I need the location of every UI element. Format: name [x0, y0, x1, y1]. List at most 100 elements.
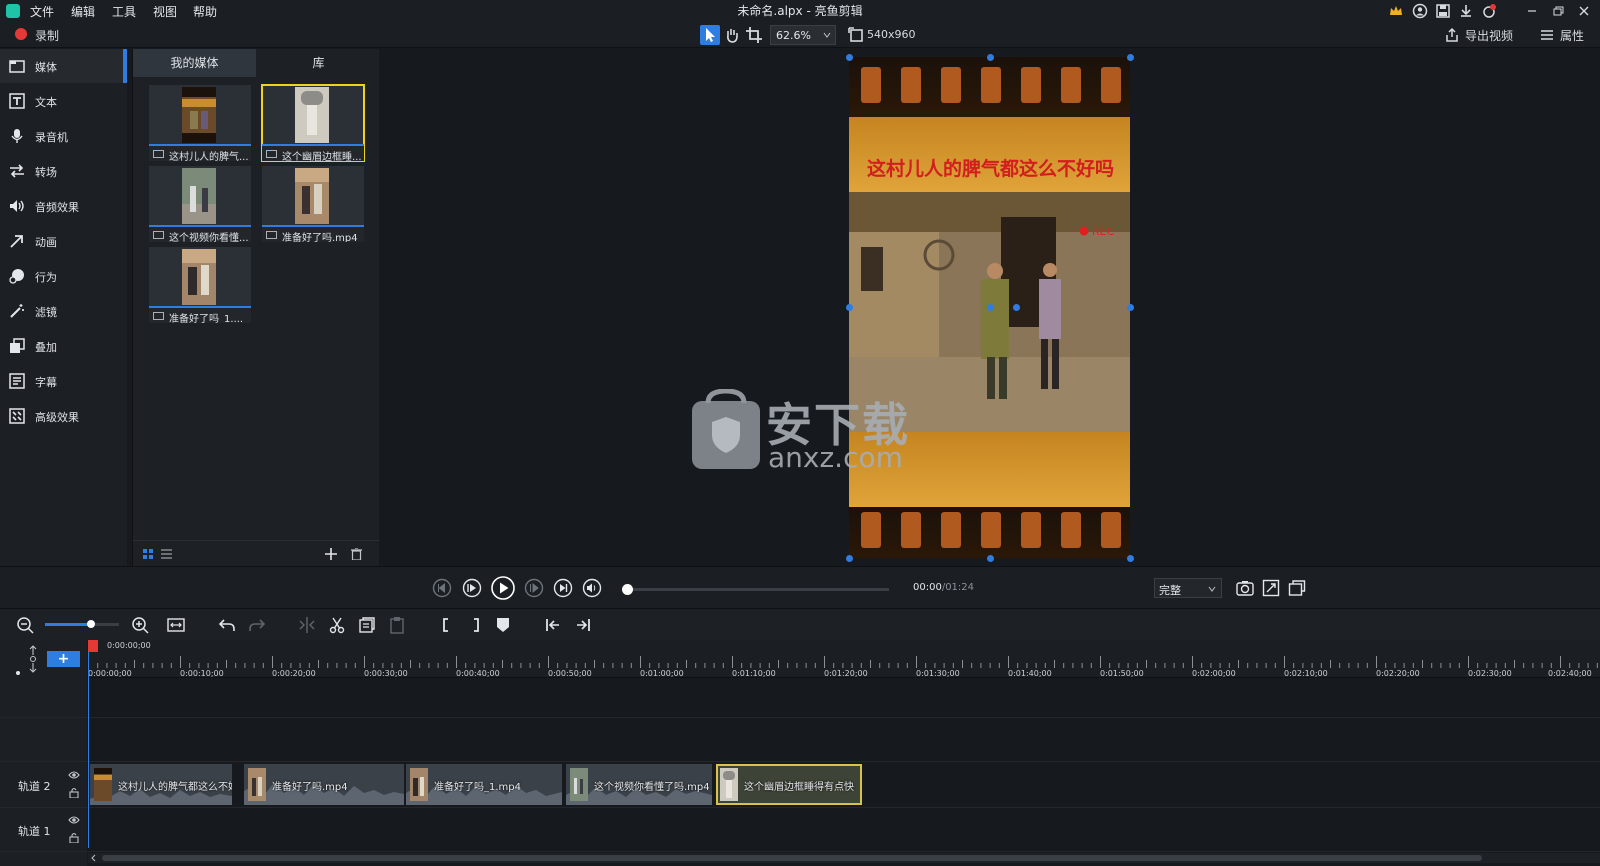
- resize-handle[interactable]: [1127, 54, 1134, 61]
- menu-view[interactable]: 视图: [153, 3, 177, 20]
- sidebar-item-recorder[interactable]: 录音机: [0, 119, 127, 153]
- restore-icon[interactable]: [1550, 3, 1566, 19]
- paste-icon[interactable]: [388, 616, 406, 634]
- stop-icon[interactable]: [524, 578, 544, 598]
- chevron-left-icon[interactable]: [90, 854, 98, 862]
- timeline-clip-selected[interactable]: 这个幽眉边框睡得有点快: [716, 764, 862, 805]
- preview-quality-select[interactable]: 完整: [1154, 578, 1222, 598]
- export-video-button[interactable]: 导出视频: [1465, 27, 1513, 44]
- split-icon[interactable]: [298, 616, 316, 634]
- canvas-size-icon[interactable]: [846, 25, 866, 45]
- fit-timeline-icon[interactable]: [167, 616, 185, 634]
- add-media-icon[interactable]: [325, 548, 337, 560]
- rotation-center-handle[interactable]: [987, 304, 994, 311]
- zoom-out-icon[interactable]: [16, 616, 34, 634]
- timeline-horizontal-scrollbar[interactable]: [88, 853, 1600, 863]
- select-tool-icon[interactable]: [700, 25, 720, 45]
- record-label[interactable]: 录制: [35, 27, 59, 44]
- lock-icon[interactable]: [69, 832, 79, 843]
- timeline-zoom-knob[interactable]: [87, 620, 95, 628]
- resize-handle[interactable]: [987, 54, 994, 61]
- track-height-icon[interactable]: [27, 645, 39, 673]
- media-item[interactable]: 这村儿人的脾气...: [149, 85, 251, 161]
- go-to-start-icon[interactable]: [544, 616, 562, 634]
- mark-out-icon[interactable]: [466, 616, 484, 634]
- timeline-clip[interactable]: 这村儿人的脾气都这么不好: [90, 764, 232, 805]
- media-item[interactable]: 准备好了吗.mp4: [262, 166, 364, 242]
- sidebar-item-overlay[interactable]: 叠加: [0, 329, 127, 363]
- grid-view-icon[interactable]: [143, 549, 153, 559]
- sidebar-item-behavior[interactable]: 行为: [0, 259, 127, 293]
- fullscreen-icon[interactable]: [1262, 579, 1280, 597]
- zoom-select[interactable]: 62.6%: [770, 25, 836, 45]
- timeline-zoom-slider[interactable]: [45, 620, 119, 628]
- playback-progress-knob[interactable]: [622, 584, 633, 595]
- user-icon[interactable]: [1412, 3, 1428, 19]
- sidebar-item-transition[interactable]: 转场: [0, 154, 127, 188]
- add-track-button[interactable]: +: [47, 651, 80, 667]
- hand-tool-icon[interactable]: [722, 25, 742, 45]
- timeline-clip[interactable]: 准备好了吗_1.mp4: [406, 764, 562, 805]
- timeline-ruler[interactable]: 0:00:00;00 0:00:10;00 0:00:20;00 0:00:30;00…: [88, 640, 1600, 678]
- play-from-start-icon[interactable]: [462, 578, 482, 598]
- media-item[interactable]: 这个视频你看懂...: [149, 166, 251, 242]
- canvas-resolution[interactable]: 540x960: [867, 28, 916, 41]
- properties-button[interactable]: 属性: [1560, 27, 1584, 44]
- previous-frame-icon[interactable]: [432, 578, 452, 598]
- marker-icon[interactable]: [494, 616, 512, 634]
- rotation-handle[interactable]: [1013, 304, 1020, 311]
- export-icon[interactable]: [1444, 27, 1460, 43]
- preview-canvas[interactable]: 这村儿人的脾气都这么不好吗 REC: [846, 54, 1134, 562]
- sidebar-item-audio-effects[interactable]: 音频效果: [0, 189, 127, 223]
- minimize-icon[interactable]: [1524, 3, 1540, 19]
- sidebar-item-advanced-effects[interactable]: 高级效果: [0, 399, 127, 433]
- close-icon[interactable]: [1576, 3, 1592, 19]
- redo-icon[interactable]: [248, 616, 266, 634]
- lock-icon[interactable]: [69, 787, 79, 798]
- playback-progress-bar[interactable]: [622, 584, 889, 595]
- list-view-icon[interactable]: [161, 549, 172, 559]
- snapshot-camera-icon[interactable]: [1236, 579, 1254, 597]
- sidebar-item-animation[interactable]: 动画: [0, 224, 127, 258]
- menu-edit[interactable]: 编辑: [71, 3, 95, 20]
- crop-tool-icon[interactable]: [744, 25, 764, 45]
- eye-icon[interactable]: [68, 770, 80, 780]
- sidebar-item-text[interactable]: 文本: [0, 84, 127, 118]
- media-item[interactable]: 准备好了吗_1....: [149, 247, 251, 323]
- play-icon[interactable]: [491, 576, 515, 600]
- playhead-handle[interactable]: [88, 640, 98, 652]
- resize-handle[interactable]: [1127, 555, 1134, 562]
- notification-icon[interactable]: [1481, 3, 1497, 19]
- mark-in-icon[interactable]: [438, 616, 456, 634]
- resize-handle[interactable]: [846, 555, 853, 562]
- go-to-end-icon[interactable]: [574, 616, 592, 634]
- menu-tools[interactable]: 工具: [112, 3, 136, 20]
- resize-handle[interactable]: [846, 304, 853, 311]
- undo-icon[interactable]: [218, 616, 236, 634]
- tab-my-media[interactable]: 我的媒体: [133, 49, 256, 77]
- crown-icon[interactable]: [1388, 3, 1404, 19]
- timeline-clip[interactable]: 准备好了吗.mp4: [244, 764, 404, 805]
- record-icon[interactable]: [15, 28, 27, 40]
- media-item[interactable]: 这个幽眉边框睡...: [261, 84, 365, 162]
- save-icon[interactable]: [1435, 3, 1451, 19]
- resize-handle[interactable]: [987, 555, 994, 562]
- sidebar-item-filters[interactable]: 滤镜: [0, 294, 127, 328]
- eye-icon[interactable]: [68, 815, 80, 825]
- menu-file[interactable]: 文件: [30, 3, 54, 20]
- volume-icon[interactable]: [582, 578, 602, 598]
- timeline-clip[interactable]: 这个视频你看懂了吗.mp4: [566, 764, 712, 805]
- sidebar-item-subtitles[interactable]: 字幕: [0, 364, 127, 398]
- tab-library[interactable]: 库: [257, 49, 380, 77]
- scissors-icon[interactable]: [328, 616, 346, 634]
- scrollbar-thumb[interactable]: [102, 855, 1482, 861]
- download-icon[interactable]: [1458, 3, 1474, 19]
- copy-icon[interactable]: [358, 616, 376, 634]
- menu-help[interactable]: 帮助: [193, 3, 217, 20]
- properties-list-icon[interactable]: [1540, 28, 1554, 42]
- delete-icon[interactable]: [351, 548, 362, 560]
- playhead-line[interactable]: [88, 640, 89, 848]
- resize-handle[interactable]: [1127, 304, 1134, 311]
- next-frame-icon[interactable]: [553, 578, 573, 598]
- sidebar-item-media[interactable]: 媒体: [0, 49, 127, 83]
